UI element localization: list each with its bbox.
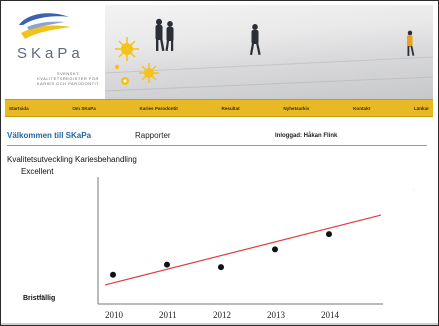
trend-line — [104, 214, 382, 286]
data-point-2014 — [326, 231, 332, 238]
x-tick-label: 2014 — [321, 310, 340, 320]
data-point-2011 — [164, 261, 170, 268]
x-tick-label: 2013 — [267, 310, 286, 320]
quality-chart: 2010 2011 2012 2013 2014 — [97, 177, 383, 320]
bottom-shadow — [1, 323, 438, 325]
x-tick-label: 2012 — [213, 310, 231, 320]
data-point-2012 — [218, 264, 224, 271]
data-point-2010 — [110, 271, 116, 278]
x-tick-label: 2011 — [159, 310, 177, 320]
x-tick-label: 2010 — [105, 310, 124, 320]
data-point-2013 — [272, 246, 278, 253]
screenshot-frame: SKaPa SVENSKT KVALITETSREGISTER FÖR KARI… — [0, 0, 439, 326]
side-text: · — [413, 187, 415, 193]
